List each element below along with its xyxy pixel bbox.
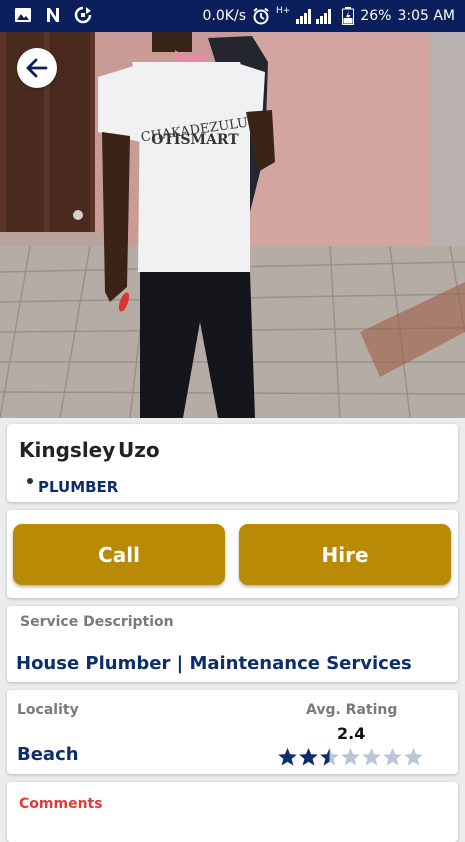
avg-rating-label: Avg. Rating bbox=[306, 702, 398, 718]
network-type: H+ bbox=[276, 6, 291, 16]
service-description-label: Service Description bbox=[20, 614, 174, 630]
star-icon bbox=[383, 748, 402, 766]
call-button[interactable]: Call bbox=[13, 524, 225, 585]
arrow-left-icon bbox=[26, 58, 48, 78]
locality-label: Locality bbox=[17, 702, 79, 718]
star-icon bbox=[320, 748, 339, 766]
star-icon bbox=[299, 748, 318, 766]
name-card: Kingsley Uzo PLUMBER bbox=[7, 424, 458, 502]
sync-icon bbox=[74, 6, 92, 24]
profession-bullet-icon bbox=[27, 478, 33, 484]
last-name: Uzo bbox=[118, 438, 160, 462]
first-name: Kingsley bbox=[19, 438, 116, 462]
battery-level: 26% bbox=[360, 8, 392, 24]
alarm-icon bbox=[253, 7, 269, 25]
comments-label: Comments bbox=[19, 796, 103, 812]
action-card: Call Hire bbox=[7, 510, 458, 598]
locality-rating-card: Locality Beach Avg. Rating 2.4 bbox=[7, 690, 458, 774]
locality-value: Beach bbox=[17, 744, 79, 765]
n-icon bbox=[47, 8, 59, 22]
service-description-card: Service Description House Plumber | Main… bbox=[7, 606, 458, 682]
clock: 3:05 AM bbox=[397, 8, 455, 24]
hire-button[interactable]: Hire bbox=[239, 524, 451, 585]
service-description-value: House Plumber | Maintenance Services bbox=[16, 653, 412, 674]
net-speed: 0.0K/s bbox=[202, 8, 247, 24]
profession: PLUMBER bbox=[38, 478, 119, 496]
signal-icon bbox=[296, 9, 332, 24]
profile-photo-illustration: CHAKADEZULU OTISMART bbox=[0, 32, 465, 418]
star-icon bbox=[404, 748, 423, 766]
comments-card: Comments bbox=[7, 782, 458, 842]
avg-rating-value: 2.4 bbox=[337, 724, 366, 743]
shirt-print-bottom: OTISMART bbox=[151, 132, 239, 148]
star-icon bbox=[341, 748, 360, 766]
image-icon bbox=[15, 8, 31, 22]
star-icon bbox=[278, 748, 297, 766]
back-button[interactable] bbox=[17, 48, 57, 88]
battery-icon bbox=[342, 7, 355, 25]
rating-stars bbox=[277, 747, 424, 767]
profile-photo: CHAKADEZULU OTISMART bbox=[0, 32, 465, 418]
star-icon bbox=[362, 748, 381, 766]
status-bar: 0.0K/s H+ 26% 3:05 AM bbox=[0, 0, 465, 32]
